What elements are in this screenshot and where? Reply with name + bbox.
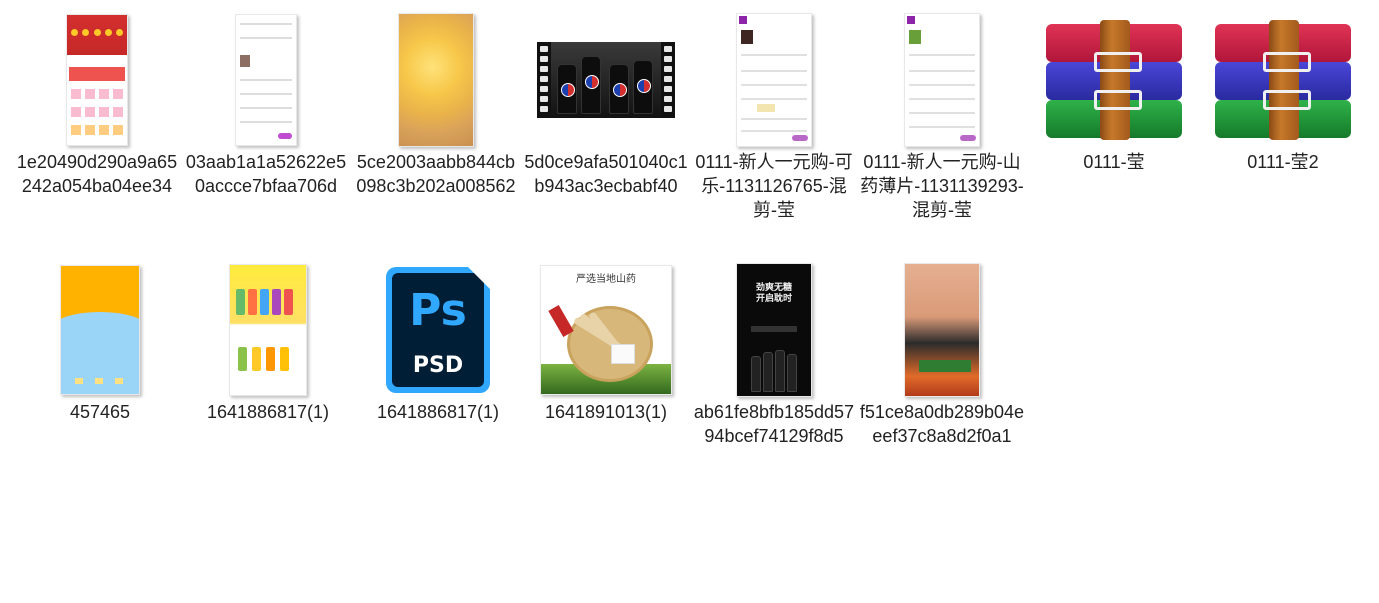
file-name: 457465 [69, 402, 131, 422]
file-name: 0111-莹 [1083, 152, 1145, 172]
file-thumbnail [1199, 10, 1367, 150]
file-name: 0111-新人一元购-山药薄片-1131139293-混剪-莹 [860, 152, 1024, 220]
video-thumbnail [537, 42, 675, 118]
psd-label: PSD [412, 353, 464, 378]
file-thumbnail [182, 10, 350, 150]
file-tile[interactable]: 457465 [16, 260, 184, 505]
order-screenshot-thumbnail [235, 14, 297, 146]
psd-brand: Ps [409, 285, 467, 336]
file-name: f51ce8a0db289b04eeef37c8a8d2f0a1 [859, 402, 1025, 446]
file-thumbnail: 严选当地山药 [522, 260, 690, 400]
image-thumbnail [60, 265, 140, 395]
image-thumbnail: 严选当地山药 [540, 265, 672, 395]
file-tile[interactable]: 0111-新人一元购-可乐-1131126765-混剪-莹 [690, 10, 858, 255]
image-caption: 严选当地山药 [576, 274, 636, 285]
file-tile[interactable]: 0111-莹2 [1199, 10, 1367, 255]
file-thumbnail [13, 10, 181, 150]
chips-photo-thumbnail [398, 13, 474, 147]
file-name: 5d0ce9afa501040c1b943ac3ecbabf40 [524, 152, 688, 196]
file-name: 1e20490d290a9a65242a054ba04ee34 [16, 152, 178, 196]
file-tile[interactable]: 5d0ce9afa501040c1b943ac3ecbabf40 [522, 10, 690, 255]
file-name: 1641891013(1) [544, 402, 668, 422]
file-thumbnail [352, 10, 520, 150]
rar-archive-icon [1044, 20, 1184, 140]
file-tile[interactable]: 1641886817(1) [184, 260, 352, 505]
rar-archive-icon [1213, 20, 1353, 140]
file-tile[interactable]: 劲爽无糖 开启耽时 ab61fe8bfb185dd5794bcef74129f8… [690, 260, 858, 505]
image-caption: 劲爽无糖 开启耽时 [755, 282, 792, 303]
image-thumbnail: 劲爽无糖 开启耽时 [736, 263, 812, 397]
app-screenshot-thumbnail [66, 14, 128, 146]
photoshop-file-icon: Ps PSD [386, 267, 490, 393]
file-tile[interactable]: 1e20490d290a9a65242a054ba04ee34 [13, 10, 181, 255]
image-thumbnail [904, 263, 980, 397]
image-thumbnail [229, 264, 307, 396]
file-tile[interactable]: 严选当地山药 1641891013(1) [522, 260, 690, 505]
file-thumbnail: Ps PSD [354, 260, 522, 400]
file-tile[interactable]: Ps PSD 1641886817(1) [354, 260, 522, 505]
file-thumbnail [184, 260, 352, 400]
file-name: 1641886817(1) [376, 402, 500, 422]
file-name: 5ce2003aabb844cb098c3b202a008562 [356, 152, 516, 196]
file-name: 1641886817(1) [206, 402, 330, 422]
file-grid: 1e20490d290a9a65242a054ba04ee34 03aab1a1… [0, 0, 1379, 603]
file-name: 0111-莹2 [1247, 152, 1319, 172]
file-thumbnail [858, 10, 1026, 150]
file-thumbnail [690, 10, 858, 150]
file-tile[interactable]: 0111-新人一元购-山药薄片-1131139293-混剪-莹 [858, 10, 1026, 255]
file-tile[interactable]: 03aab1a1a52622e50accce7bfaa706d [182, 10, 350, 255]
file-thumbnail [858, 260, 1026, 400]
file-tile[interactable]: 5ce2003aabb844cb098c3b202a008562 [352, 10, 520, 255]
file-name: ab61fe8bfb185dd5794bcef74129f8d5 [693, 402, 855, 446]
file-tile[interactable]: 0111-莹 [1030, 10, 1198, 255]
file-tile[interactable]: f51ce8a0db289b04eeef37c8a8d2f0a1 [858, 260, 1026, 505]
file-thumbnail [522, 10, 690, 150]
order-screenshot-thumbnail [736, 13, 812, 147]
file-name: 03aab1a1a52622e50accce7bfaa706d [185, 152, 347, 196]
file-thumbnail: 劲爽无糖 开启耽时 [690, 260, 858, 400]
file-thumbnail [1030, 10, 1198, 150]
file-name: 0111-新人一元购-可乐-1131126765-混剪-莹 [695, 152, 853, 220]
file-thumbnail [16, 260, 184, 400]
order-screenshot-thumbnail [904, 13, 980, 147]
